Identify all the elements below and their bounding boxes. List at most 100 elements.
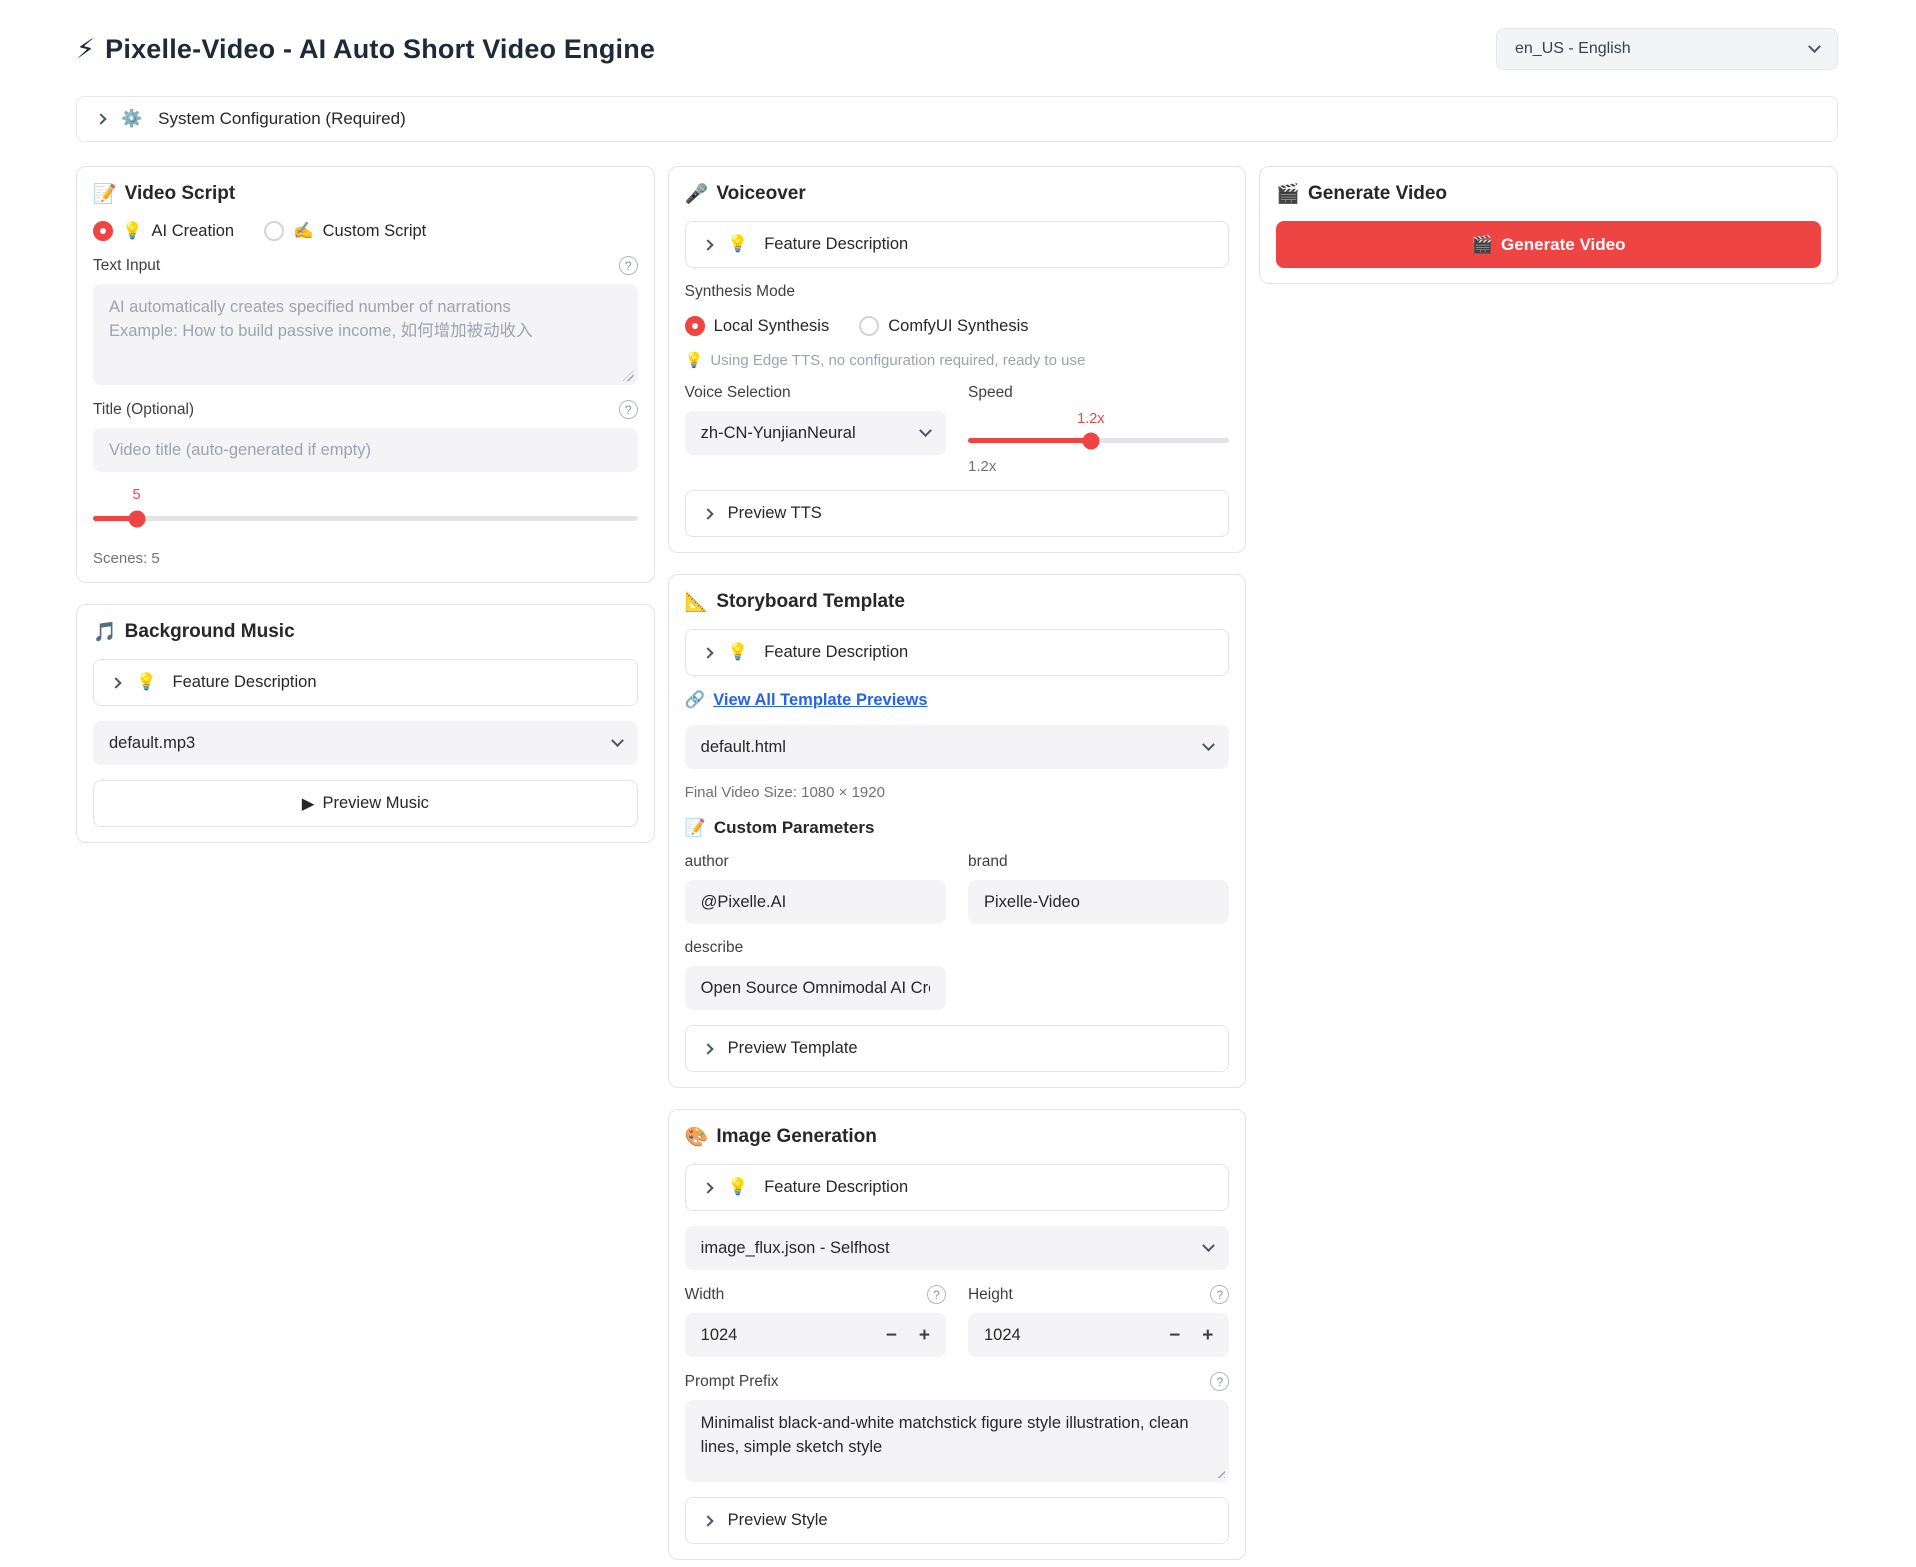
- preview-music-label: Preview Music: [323, 794, 429, 813]
- play-icon: ▶: [302, 794, 315, 814]
- height-value: 1024: [984, 1326, 1147, 1345]
- preview-template-label: Preview Template: [728, 1039, 858, 1058]
- background-music-title: 🎵 Background Music: [93, 620, 638, 644]
- radio-custom-script[interactable]: ✍️ Custom Script: [264, 221, 426, 241]
- voice-selection-label: Voice Selection: [685, 384, 946, 402]
- script-mode-radio-group: 💡 AI Creation ✍️ Custom Script: [93, 221, 638, 241]
- video-title-input[interactable]: [93, 428, 638, 472]
- generate-video-button[interactable]: 🎬 Generate Video: [1276, 221, 1821, 268]
- height-input[interactable]: 1024 − +: [968, 1313, 1229, 1357]
- slider-handle[interactable]: [128, 510, 145, 527]
- feature-description-label: Feature Description: [764, 235, 908, 254]
- feature-description-label: Feature Description: [173, 673, 317, 692]
- image-generation-title: 🎨 Image Generation: [685, 1125, 1230, 1149]
- preview-music-button[interactable]: ▶ Preview Music: [93, 780, 638, 827]
- image-feature-description-accordion[interactable]: 💡 Feature Description: [685, 1164, 1230, 1211]
- chevron-down-icon: [1808, 40, 1821, 53]
- increment-button[interactable]: +: [1202, 1326, 1213, 1345]
- storyboard-template-card: 📐 Storyboard Template 💡 Feature Descript…: [668, 574, 1247, 1088]
- chevron-right-icon: [110, 677, 121, 688]
- lightning-icon: ⚡: [76, 34, 95, 65]
- scenes-caption: Scenes: 5: [93, 550, 638, 567]
- voiceover-feature-description-accordion[interactable]: 💡 Feature Description: [685, 221, 1230, 268]
- radio-comfyui-synthesis[interactable]: ComfyUI Synthesis: [859, 316, 1028, 336]
- chevron-down-icon: [611, 734, 624, 747]
- speed-caption: 1.2x: [968, 458, 1229, 475]
- slider-handle[interactable]: [1082, 432, 1099, 449]
- voice-selection-value: zh-CN-YunjianNeural: [701, 424, 856, 443]
- describe-input[interactable]: [685, 966, 946, 1010]
- slider-fill: [968, 438, 1091, 443]
- view-all-template-previews-link[interactable]: View All Template Previews: [713, 691, 927, 710]
- help-icon: ?: [1210, 1285, 1229, 1304]
- slider-track[interactable]: [968, 438, 1229, 443]
- radio-unselected-icon: [859, 316, 879, 336]
- radio-local-synthesis[interactable]: Local Synthesis: [685, 316, 830, 336]
- workflow-value: image_flux.json - Selfhost: [701, 1239, 890, 1258]
- chevron-right-icon: [702, 508, 713, 519]
- palette-icon: 🎨: [685, 1125, 709, 1149]
- generate-video-title-text: Generate Video: [1308, 183, 1447, 205]
- bulb-icon: 💡: [728, 1178, 749, 1197]
- scenes-slider[interactable]: 5: [93, 487, 638, 529]
- synthesis-mode-radio-group: Local Synthesis ComfyUI Synthesis: [685, 316, 1230, 336]
- radio-ai-creation[interactable]: 💡 AI Creation: [93, 221, 234, 241]
- increment-button[interactable]: +: [919, 1326, 930, 1345]
- height-label: Height: [968, 1286, 1013, 1304]
- radio-selected-icon: [93, 221, 113, 241]
- link-icon: 🔗: [685, 691, 706, 710]
- brand-label: brand: [968, 853, 1229, 871]
- describe-label: describe: [685, 939, 946, 957]
- prompt-prefix-label: Prompt Prefix: [685, 1373, 779, 1391]
- scenes-slider-value: 5: [133, 487, 141, 503]
- slider-track[interactable]: [93, 516, 638, 521]
- music-file-dropdown[interactable]: default.mp3: [93, 721, 638, 765]
- decrement-button[interactable]: −: [1169, 1326, 1180, 1345]
- radio-custom-script-label: Custom Script: [323, 222, 427, 241]
- chevron-right-icon: [702, 647, 713, 658]
- radio-local-synthesis-label: Local Synthesis: [714, 317, 830, 336]
- storyboard-feature-description-accordion[interactable]: 💡 Feature Description: [685, 629, 1230, 676]
- chevron-down-icon: [919, 424, 932, 437]
- custom-parameters-title-text: Custom Parameters: [714, 818, 875, 838]
- pixelle-video-app: ⚡ Pixelle-Video - AI Auto Short Video En…: [0, 0, 1916, 1567]
- brand-input[interactable]: [968, 880, 1229, 924]
- script-text-input[interactable]: [93, 284, 638, 385]
- speed-slider[interactable]: 1.2x: [968, 411, 1229, 449]
- tts-info-text: 💡 Using Edge TTS, no configuration requi…: [685, 351, 1230, 369]
- system-configuration-accordion[interactable]: ⚙️ System Configuration (Required): [76, 96, 1838, 142]
- page-title: ⚡ Pixelle-Video - AI Auto Short Video En…: [76, 34, 655, 65]
- background-music-card: 🎵 Background Music 💡 Feature Description…: [76, 604, 655, 843]
- preview-tts-accordion[interactable]: Preview TTS: [685, 490, 1230, 537]
- width-value: 1024: [701, 1326, 864, 1345]
- triangular-ruler-icon: 📐: [685, 590, 709, 614]
- preview-style-label: Preview Style: [728, 1511, 828, 1530]
- generate-video-title: 🎬 Generate Video: [1276, 182, 1821, 206]
- title-optional-label: Title (Optional): [93, 401, 194, 419]
- tts-info-label: Using Edge TTS, no configuration require…: [710, 352, 1085, 369]
- bulb-icon: 💡: [728, 235, 749, 254]
- music-feature-description-accordion[interactable]: 💡 Feature Description: [93, 659, 638, 706]
- author-input[interactable]: [685, 880, 946, 924]
- prompt-prefix-textarea[interactable]: Minimalist black-and-white matchstick fi…: [685, 1400, 1230, 1482]
- storyboard-title: 📐 Storyboard Template: [685, 590, 1230, 614]
- width-label: Width: [685, 1286, 725, 1304]
- memo-icon: 📝: [685, 818, 706, 838]
- language-select[interactable]: en_US - English: [1496, 28, 1838, 70]
- voice-selection-dropdown[interactable]: zh-CN-YunjianNeural: [685, 411, 946, 455]
- clapper-board-icon: 🎬: [1276, 182, 1300, 206]
- final-video-size-text: Final Video Size: 1080 × 1920: [685, 784, 1230, 801]
- radio-selected-icon: [685, 316, 705, 336]
- help-icon: ?: [1210, 1372, 1229, 1391]
- decrement-button[interactable]: −: [886, 1326, 897, 1345]
- preview-template-accordion[interactable]: Preview Template: [685, 1025, 1230, 1072]
- radio-comfyui-synthesis-label: ComfyUI Synthesis: [888, 317, 1028, 336]
- generate-video-card: 🎬 Generate Video 🎬 Generate Video: [1259, 166, 1838, 284]
- memo-icon: 📝: [93, 182, 117, 206]
- feature-description-label: Feature Description: [764, 643, 908, 662]
- width-input[interactable]: 1024 − +: [685, 1313, 946, 1357]
- radio-unselected-icon: [264, 221, 284, 241]
- preview-style-accordion[interactable]: Preview Style: [685, 1497, 1230, 1544]
- template-dropdown[interactable]: default.html: [685, 725, 1230, 769]
- workflow-dropdown[interactable]: image_flux.json - Selfhost: [685, 1226, 1230, 1270]
